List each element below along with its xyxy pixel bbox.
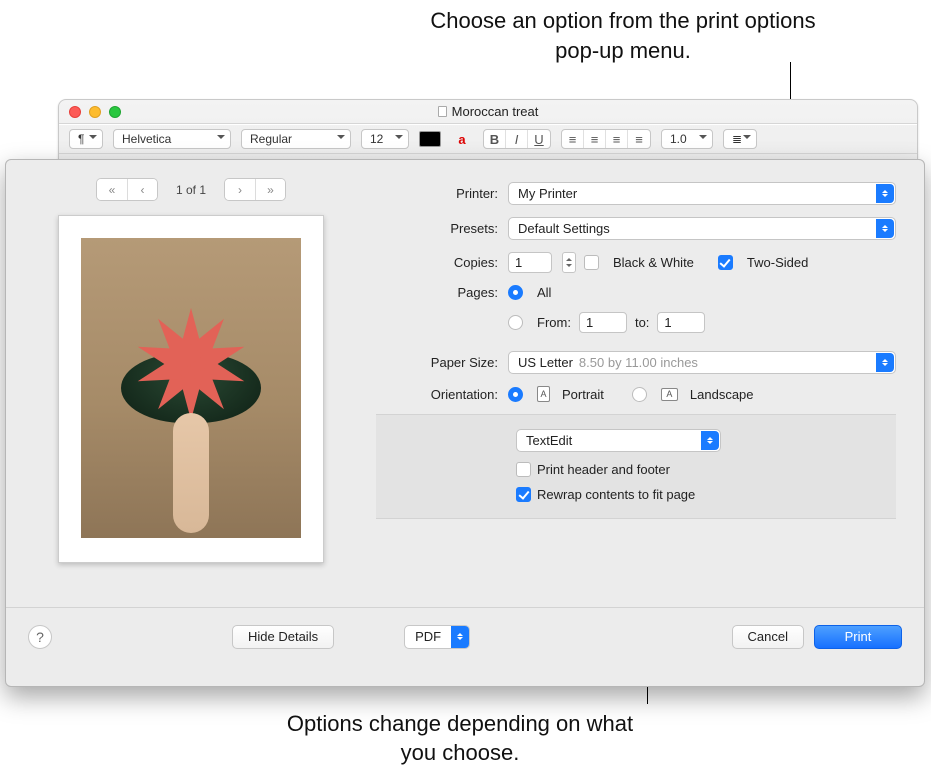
pages-from-field[interactable]: 1 bbox=[579, 312, 627, 333]
print-button[interactable]: Print bbox=[814, 625, 902, 649]
portrait-icon: A bbox=[537, 386, 550, 402]
first-page-button[interactable]: « bbox=[97, 179, 127, 200]
help-button[interactable]: ? bbox=[28, 625, 52, 649]
line-spacing-select[interactable]: 1.0 bbox=[661, 129, 713, 149]
pages-to-label: to: bbox=[635, 315, 649, 330]
preview-page bbox=[58, 215, 324, 563]
underline-button[interactable]: U bbox=[528, 130, 550, 148]
chevron-updown-icon bbox=[876, 184, 894, 203]
chevron-updown-icon bbox=[876, 219, 894, 238]
font-style-select[interactable]: Regular bbox=[241, 129, 351, 149]
cancel-button[interactable]: Cancel bbox=[732, 625, 804, 649]
align-left-icon[interactable]: ≡ bbox=[562, 130, 584, 148]
two-sided-label: Two-Sided bbox=[747, 255, 808, 270]
list-style-select[interactable]: ≣ bbox=[723, 129, 757, 149]
paper-size-select[interactable]: US Letter8.50 by 11.00 inches bbox=[508, 351, 896, 374]
orientation-portrait-radio[interactable] bbox=[508, 387, 523, 402]
chevron-down-icon bbox=[451, 626, 469, 648]
pages-range-radio[interactable] bbox=[508, 315, 523, 330]
callout-bottom: Options change depending on what you cho… bbox=[270, 709, 650, 768]
printer-label: Printer: bbox=[376, 186, 508, 201]
copies-field[interactable]: 1 bbox=[508, 252, 552, 273]
orientation-label: Orientation: bbox=[376, 387, 508, 402]
pages-label: Pages: bbox=[376, 285, 508, 300]
copies-stepper[interactable] bbox=[562, 252, 576, 273]
pdf-menu-button[interactable]: PDF bbox=[404, 625, 470, 649]
hide-details-button[interactable]: Hide Details bbox=[232, 625, 334, 649]
italic-button[interactable]: I bbox=[506, 130, 528, 148]
print-dialog: « ‹ 1 of 1 › » bbox=[5, 159, 925, 687]
pages-all-radio[interactable] bbox=[508, 285, 523, 300]
print-header-footer-label: Print header and footer bbox=[537, 462, 670, 477]
font-size-select[interactable]: 12 bbox=[361, 129, 409, 149]
align-group: ≡ ≡ ≡ ≡ bbox=[561, 129, 651, 149]
black-white-checkbox[interactable] bbox=[584, 255, 599, 270]
presets-label: Presets: bbox=[376, 221, 508, 236]
copies-label: Copies: bbox=[376, 255, 508, 270]
window-title: Moroccan treat bbox=[59, 104, 917, 119]
bold-button[interactable]: B bbox=[484, 130, 506, 148]
align-right-icon[interactable]: ≡ bbox=[606, 130, 628, 148]
page-indicator: 1 of 1 bbox=[176, 183, 206, 197]
titlebar: Moroccan treat bbox=[59, 100, 917, 124]
print-options-popup[interactable]: TextEdit bbox=[516, 429, 721, 452]
two-sided-checkbox[interactable] bbox=[718, 255, 733, 270]
orientation-landscape-label: Landscape bbox=[690, 387, 754, 402]
rewrap-contents-label: Rewrap contents to fit page bbox=[537, 487, 695, 502]
text-color-swatch[interactable] bbox=[419, 131, 441, 147]
chevron-updown-icon bbox=[876, 353, 894, 372]
preview-prev-group: « ‹ bbox=[96, 178, 158, 201]
paper-size-label: Paper Size: bbox=[376, 355, 508, 370]
next-page-button[interactable]: › bbox=[225, 179, 255, 200]
align-center-icon[interactable]: ≡ bbox=[584, 130, 606, 148]
text-color-button[interactable]: a bbox=[451, 130, 473, 148]
orientation-portrait-label: Portrait bbox=[562, 387, 604, 402]
landscape-icon: A bbox=[661, 388, 678, 401]
app-options-section: TextEdit Print header and footer Rewrap … bbox=[376, 414, 896, 519]
presets-select[interactable]: Default Settings bbox=[508, 217, 896, 240]
pages-to-field[interactable]: 1 bbox=[657, 312, 705, 333]
print-header-footer-checkbox[interactable] bbox=[516, 462, 531, 477]
document-icon bbox=[438, 106, 447, 117]
black-white-label: Black & White bbox=[613, 255, 694, 270]
preview-next-group: › » bbox=[224, 178, 286, 201]
format-toolbar: ¶ Helvetica Regular 12 a B I U ≡ ≡ ≡ ≡ 1… bbox=[59, 124, 917, 154]
dialog-footer: ? Hide Details PDF Cancel Print bbox=[6, 607, 924, 665]
pages-all-label: All bbox=[537, 285, 551, 300]
print-options: Printer: My Printer Presets: Default Set… bbox=[376, 160, 924, 607]
paragraph-style-select[interactable]: ¶ bbox=[69, 129, 103, 149]
prev-page-button[interactable]: ‹ bbox=[127, 179, 157, 200]
rewrap-contents-checkbox[interactable] bbox=[516, 487, 531, 502]
pages-from-label: From: bbox=[537, 315, 571, 330]
callout-top: Choose an option from the print options … bbox=[428, 6, 818, 65]
align-justify-icon[interactable]: ≡ bbox=[628, 130, 650, 148]
print-preview-pane: « ‹ 1 of 1 › » bbox=[6, 160, 376, 607]
printer-select[interactable]: My Printer bbox=[508, 182, 896, 205]
text-style-group: B I U bbox=[483, 129, 551, 149]
chevron-updown-icon bbox=[701, 431, 719, 450]
orientation-landscape-radio[interactable] bbox=[632, 387, 647, 402]
last-page-button[interactable]: » bbox=[255, 179, 285, 200]
preview-photo bbox=[81, 238, 301, 538]
font-family-select[interactable]: Helvetica bbox=[113, 129, 231, 149]
